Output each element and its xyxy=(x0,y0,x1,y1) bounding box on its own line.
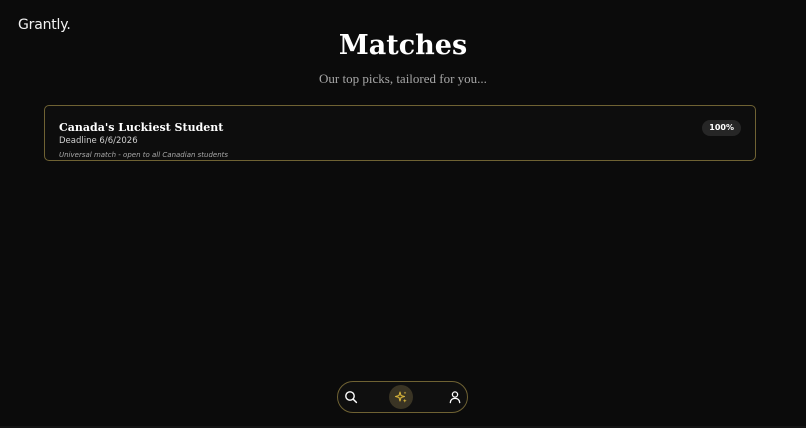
match-score-badge: 100% xyxy=(702,120,741,136)
user-icon xyxy=(449,391,461,404)
bottom-nav xyxy=(337,381,468,413)
matches-page: Grantly. Matches Our top picks, tailored… xyxy=(0,0,806,428)
match-title: Canada's Luckiest Student xyxy=(59,121,224,134)
search-icon xyxy=(345,391,358,404)
match-note: Universal match - open to all Canadian s… xyxy=(59,151,229,159)
page-subtitle: Our top picks, tailored for you... xyxy=(319,71,487,86)
nav-matches-button[interactable] xyxy=(389,385,413,409)
sparkles-icon xyxy=(394,391,407,403)
nav-search-button[interactable] xyxy=(339,385,363,409)
nav-profile-button[interactable] xyxy=(443,385,467,409)
match-deadline: Deadline 6/6/2026 xyxy=(59,136,138,146)
match-card[interactable]: Canada's Luckiest Student Deadline 6/6/2… xyxy=(44,105,756,161)
page-title: Matches xyxy=(338,30,468,61)
